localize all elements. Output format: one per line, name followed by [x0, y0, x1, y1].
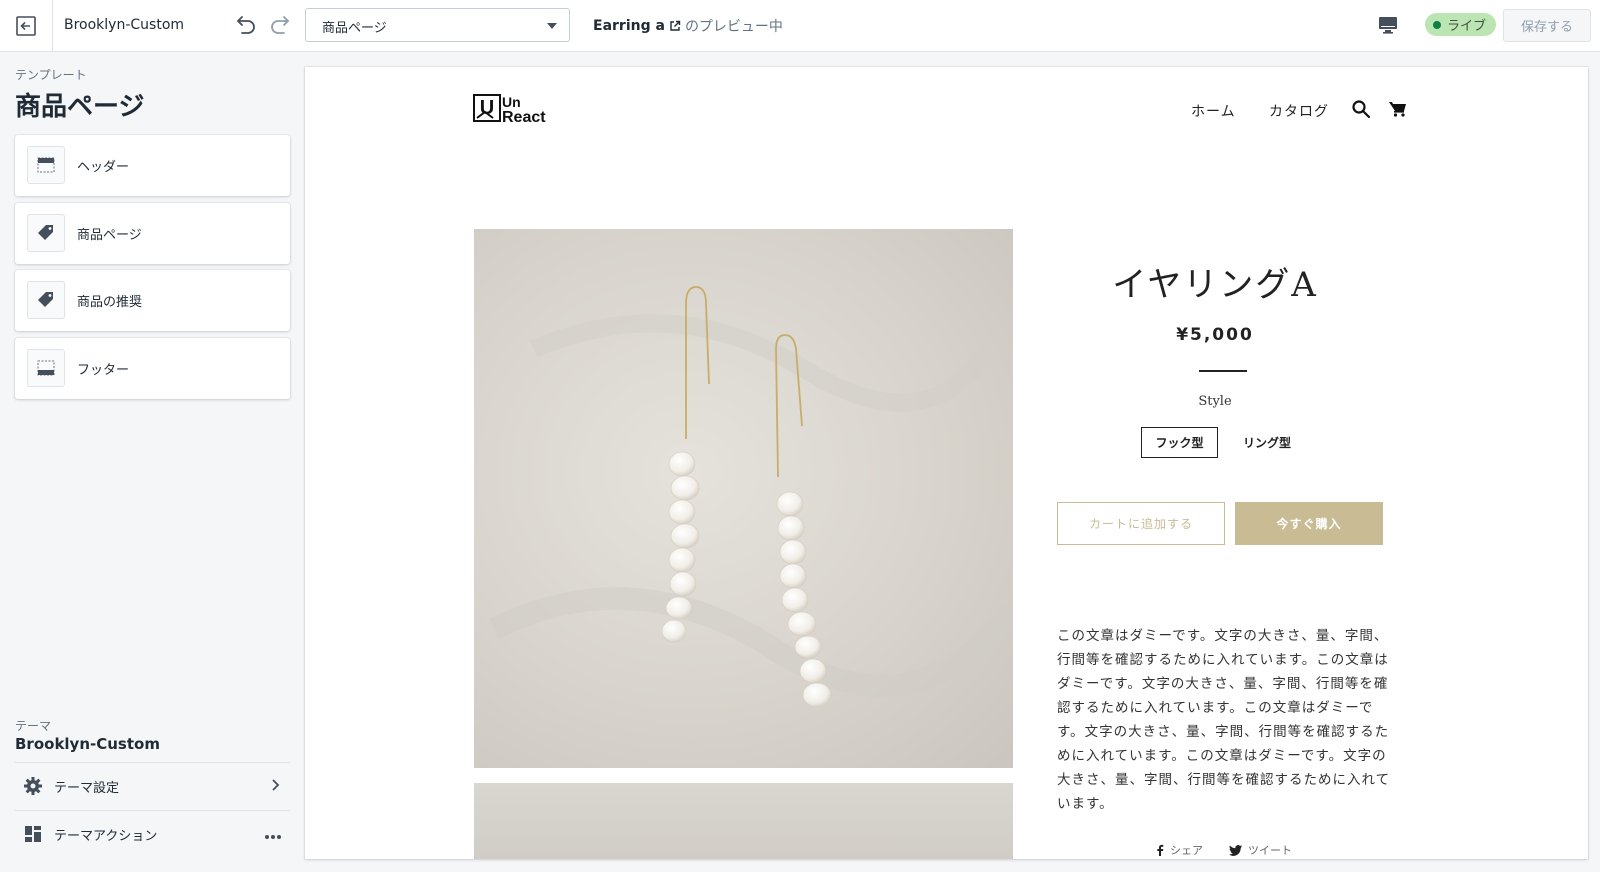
logo-letter: U: [480, 97, 494, 119]
sidebar-theme-name: Brooklyn-Custom: [15, 735, 160, 753]
add-to-cart-button[interactable]: カートに追加する: [1057, 502, 1225, 545]
store-logo[interactable]: U Un React: [473, 94, 557, 126]
tag-icon: [27, 214, 65, 252]
live-label: ライブ: [1447, 19, 1487, 34]
theme-label: テーマ: [15, 719, 52, 733]
section-header[interactable]: ヘッダー: [15, 135, 290, 196]
more-horizontal-icon[interactable]: [264, 825, 282, 844]
share-facebook[interactable]: シェア: [1156, 842, 1203, 858]
page-template-select[interactable]: 商品ページ: [305, 8, 570, 42]
style-label: Style: [1198, 394, 1232, 409]
product-image-main[interactable]: [474, 229, 1013, 768]
tweet-label: ツイート: [1248, 844, 1292, 857]
theme-name: Brooklyn-Custom: [64, 17, 185, 33]
top-bar: Brooklyn-Custom 商品ページ Earring a のプレビュー中: [0, 0, 1600, 52]
tag-icon: [27, 281, 65, 319]
live-dot: [1433, 20, 1441, 29]
buy-now-button[interactable]: 今すぐ購入: [1235, 502, 1383, 545]
section-product-recommendations[interactable]: 商品の推奨: [15, 270, 290, 331]
preview-label: Earring a のプレビュー中: [593, 16, 783, 36]
external-link-icon[interactable]: [669, 20, 681, 32]
redo-icon: [271, 16, 290, 34]
preview-suffix: のプレビュー中: [684, 19, 783, 35]
header-layout-icon: [27, 146, 65, 184]
theme-actions-icon: [22, 823, 44, 845]
cart-icon[interactable]: [1388, 99, 1408, 119]
storefront-preview: U Un React ホーム カタログ イヤリングA ¥5,000 Style …: [305, 67, 1588, 859]
logo-text-top: Un: [502, 94, 521, 110]
chevron-right-icon: [268, 777, 282, 796]
section-label: 商品の推奨: [77, 295, 143, 310]
nav-catalog[interactable]: カタログ: [1269, 101, 1329, 121]
theme-settings-row[interactable]: テーマ設定: [15, 763, 290, 809]
section-label: フッター: [77, 363, 130, 378]
preview-product-link[interactable]: Earring a: [593, 18, 665, 34]
chevron-down-icon: [547, 23, 557, 29]
variant-ring[interactable]: リング型: [1229, 427, 1305, 458]
undo-icon: [236, 16, 255, 34]
theme-actions-label: テーマアクション: [54, 828, 158, 844]
redo-button[interactable]: [268, 12, 294, 38]
theme-settings-label: テーマ設定: [54, 780, 120, 796]
footer-layout-icon: [27, 349, 65, 387]
share-twitter[interactable]: ツイート: [1229, 842, 1292, 858]
nav-home[interactable]: ホーム: [1191, 101, 1236, 121]
variant-hook[interactable]: フック型: [1141, 427, 1218, 458]
section-label: 商品ページ: [77, 228, 142, 243]
product-image-secondary[interactable]: [474, 783, 1013, 859]
price-divider: [1199, 370, 1247, 372]
template-label: テンプレート: [15, 68, 87, 82]
logo-text-bottom: React: [502, 109, 546, 124]
exit-button[interactable]: [0, 0, 53, 51]
theme-actions-row[interactable]: テーマアクション: [15, 811, 290, 857]
product-title: イヤリングA: [1112, 265, 1318, 305]
product-price: ¥5,000: [1176, 325, 1254, 345]
desktop-icon: [1379, 17, 1397, 34]
product-description: この文章はダミーです。文字の大きさ、量、字間、行間等を確認するために入れています…: [1057, 628, 1391, 812]
twitter-icon: [1229, 844, 1242, 856]
gear-icon: [22, 775, 44, 797]
section-product-page[interactable]: 商品ページ: [15, 203, 290, 264]
search-icon[interactable]: [1351, 99, 1371, 119]
undo-button[interactable]: [232, 12, 258, 38]
page-select-value: 商品ページ: [322, 21, 387, 36]
section-label: ヘッダー: [77, 160, 130, 175]
share-label: シェア: [1170, 844, 1203, 857]
section-footer[interactable]: フッター: [15, 338, 290, 399]
device-preview-button[interactable]: [1377, 14, 1399, 36]
live-status-badge: ライブ: [1425, 13, 1497, 36]
template-title: 商品ページ: [15, 92, 145, 122]
facebook-icon: [1157, 844, 1164, 856]
sidebar: テンプレート 商品ページ ヘッダー 商品ページ 商品の推奨 フッター テーマ B…: [0, 52, 305, 872]
save-button[interactable]: 保存する: [1503, 9, 1591, 42]
exit-icon: [16, 15, 36, 36]
